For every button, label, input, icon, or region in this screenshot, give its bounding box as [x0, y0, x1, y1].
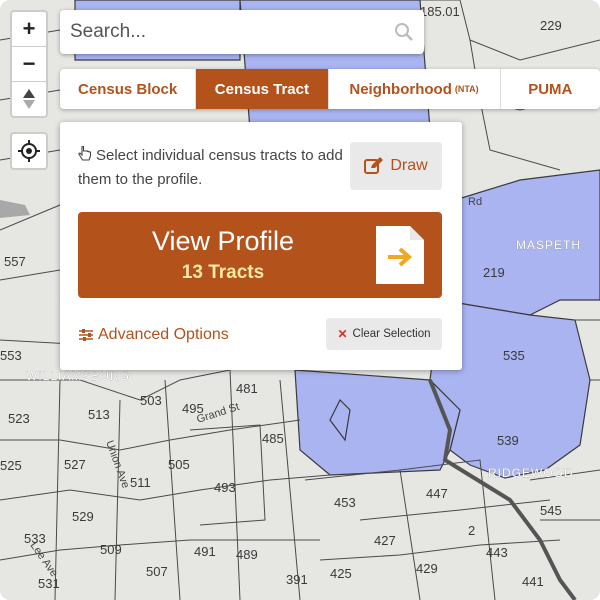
tract-label: 427	[374, 533, 396, 548]
sliders-icon	[79, 329, 93, 341]
tract-label: 2	[468, 523, 475, 538]
tab-label: Census Block	[78, 80, 178, 98]
tract-label: 505	[168, 457, 190, 472]
tract-label: 453	[334, 495, 356, 510]
tract-label: 229	[540, 18, 562, 33]
draw-button[interactable]: Draw	[350, 142, 442, 190]
tract-label: 513	[88, 407, 110, 422]
tab-census-block[interactable]: Census Block	[60, 69, 197, 109]
tract-label: 545	[540, 503, 562, 518]
close-icon: ✕	[337, 327, 348, 341]
tract-label: 527	[64, 457, 86, 472]
instruction-label: Select individual census tracts to add t…	[78, 147, 343, 188]
tract-label: 219	[483, 265, 505, 280]
tract-label: 481	[236, 381, 258, 396]
selection-panel: Select individual census tracts to add t…	[60, 122, 462, 370]
zoom-control: + −	[10, 10, 48, 118]
tract-label: 447	[426, 486, 448, 501]
tract-label: 489	[236, 547, 258, 562]
advanced-options-link[interactable]: Advanced Options	[78, 326, 229, 344]
tract-label: 531	[38, 576, 60, 591]
search-icon[interactable]	[394, 22, 414, 42]
tract-label: 557	[4, 254, 26, 269]
place-label: RIDGEWOOD	[488, 466, 574, 480]
advanced-options-label: Advanced Options	[98, 326, 229, 343]
draw-label: Draw	[390, 157, 428, 174]
crosshair-icon	[18, 140, 40, 162]
compass-button[interactable]	[12, 82, 46, 116]
tab-neighborhood[interactable]: Neighborhood (NTA)	[329, 69, 501, 109]
clear-selection-button[interactable]: ✕ Clear Selection	[326, 318, 442, 350]
tract-label: 391	[286, 572, 308, 587]
tab-census-tract[interactable]: Census Tract	[196, 69, 329, 109]
locate-button[interactable]	[10, 132, 48, 170]
tract-label: 539	[497, 433, 519, 448]
tab-puma[interactable]: PUMA	[501, 69, 600, 109]
zoom-in-button[interactable]: +	[12, 12, 46, 47]
document-arrow-icon	[376, 226, 424, 284]
view-profile-button[interactable]: View Profile 13 Tracts	[78, 212, 442, 298]
search-box	[60, 10, 424, 54]
hand-pointer-icon	[78, 146, 92, 161]
tract-label: 429	[416, 561, 438, 576]
tract-label: 443	[486, 545, 508, 560]
tab-label: Census Tract	[214, 80, 309, 98]
place-label: WILLIAMSBURG	[26, 369, 130, 383]
view-profile-title: View Profile	[151, 226, 295, 256]
street-label: Rd	[468, 196, 482, 208]
tract-label: 535	[503, 348, 525, 363]
tract-label: 485	[262, 431, 284, 446]
tab-label: PUMA	[528, 80, 573, 98]
tract-label: 493	[214, 480, 236, 495]
tract-label: 511	[130, 475, 151, 490]
tract-label: 503	[140, 393, 162, 408]
clear-selection-label: Clear Selection	[352, 328, 431, 340]
north-arrow-icon	[23, 89, 35, 109]
map-frame: 185.01 229 557 553 523 525 533 531 513 5…	[0, 0, 600, 600]
tract-label: 441	[522, 574, 544, 589]
tract-label: 529	[72, 509, 94, 524]
tract-label: 507	[146, 564, 168, 579]
tract-label: 523	[8, 411, 30, 426]
search-input[interactable]	[60, 20, 372, 44]
zoom-out-button[interactable]: −	[12, 47, 46, 82]
tract-label: 491	[194, 544, 216, 559]
tract-count: 13 Tracts	[181, 262, 265, 283]
tab-label: Neighborhood	[349, 80, 452, 98]
tract-label: 509	[100, 542, 122, 557]
edit-icon	[364, 157, 384, 174]
tract-label: 553	[0, 348, 22, 363]
tract-label: 185.01	[420, 4, 460, 19]
tract-label: 525	[0, 458, 22, 473]
geography-tabs: Census Block Census Tract Neighborhood (N…	[60, 69, 600, 109]
place-label: MASPETH	[516, 238, 581, 252]
instruction-text: Select individual census tracts to add t…	[78, 144, 348, 192]
tab-suffix: (NTA)	[454, 84, 479, 94]
tract-label: 425	[330, 566, 352, 581]
